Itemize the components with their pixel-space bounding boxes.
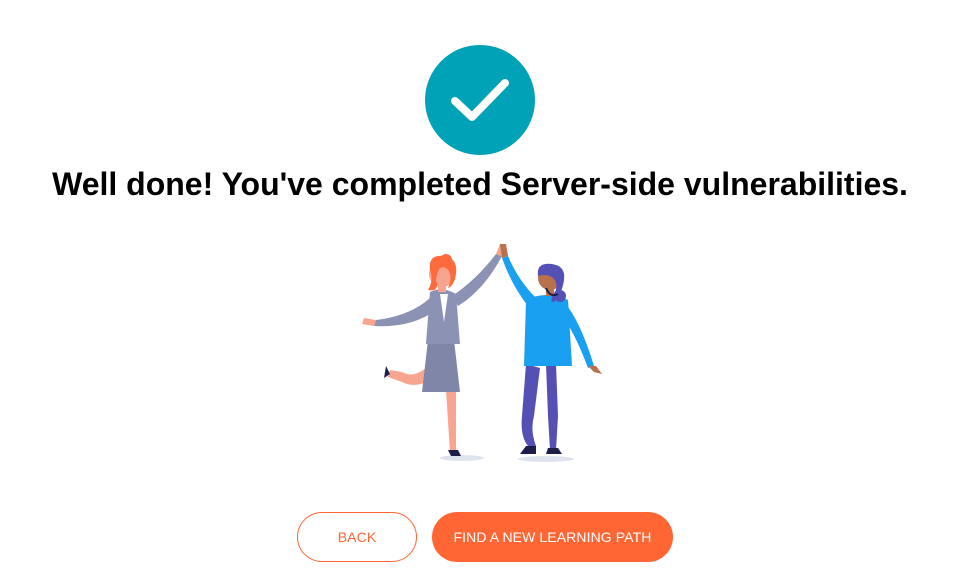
find-learning-path-button[interactable]: FIND A NEW LEARNING PATH xyxy=(432,512,673,562)
check-icon xyxy=(451,79,509,121)
completion-headline: Well done! You've completed Server-side … xyxy=(52,166,908,202)
back-button[interactable]: BACK xyxy=(297,512,417,562)
completion-check-badge xyxy=(425,45,535,155)
high-five-illustration xyxy=(362,244,602,462)
completion-page: Well done! You've completed Server-side … xyxy=(0,0,956,572)
